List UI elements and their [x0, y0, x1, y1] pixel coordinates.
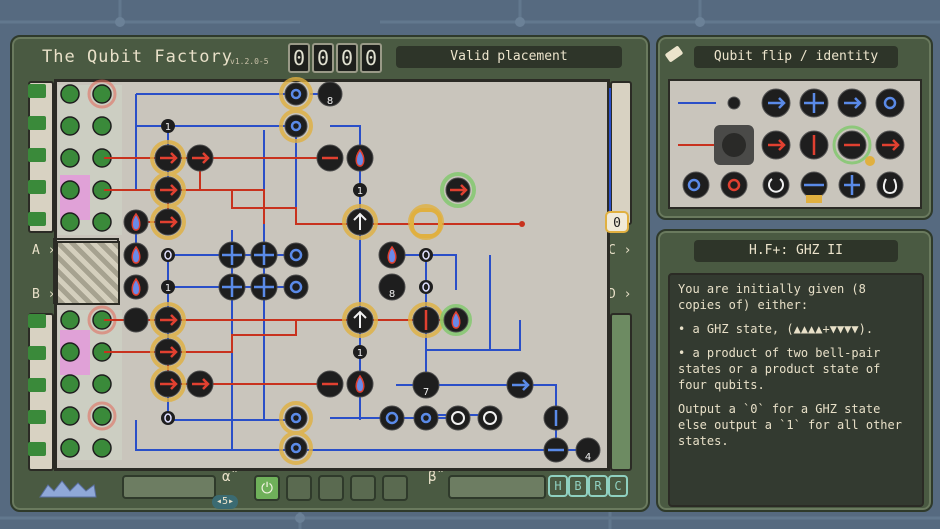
description-paragraph: You are initially given (8 copies of) ei… — [678, 282, 866, 312]
gate-number: 1 — [165, 283, 171, 294]
red-wire-end — [519, 221, 525, 227]
description-paragraph: Output a `0` for a GHZ state else output… — [678, 402, 902, 448]
description-paragraph: • a product of two bell-pair states or a… — [678, 346, 881, 392]
gate-number: 7 — [423, 387, 429, 398]
gate-number: 1 — [357, 186, 363, 197]
tools-panel: Qubit flip / identity — [656, 35, 933, 220]
gate-number: 1 — [357, 348, 363, 359]
hatched-block[interactable] — [56, 241, 120, 305]
gate-number: 1 — [165, 122, 171, 133]
level-description[interactable]: You are initially given (8 copies of) ei… — [668, 273, 924, 507]
input-arrows — [28, 84, 46, 456]
level-title: H.F+: GHZ II — [694, 240, 898, 262]
gate-number: 8 — [327, 96, 333, 107]
gate-number: 4 — [585, 452, 591, 463]
gate-number: 8 — [389, 289, 395, 300]
gate-arrow-icons — [160, 152, 468, 390]
gate-nodes[interactable] — [123, 81, 601, 463]
gate-blue-glyphs — [222, 88, 564, 454]
description-paragraph: • a GHZ state, (▲▲▲▲+▼▼▼▼). — [678, 322, 874, 336]
info-panel: H.F+: GHZ II You are initially given (8 … — [656, 229, 933, 512]
tools-glyphs — [678, 88, 905, 203]
output-value: 0 — [613, 216, 621, 231]
